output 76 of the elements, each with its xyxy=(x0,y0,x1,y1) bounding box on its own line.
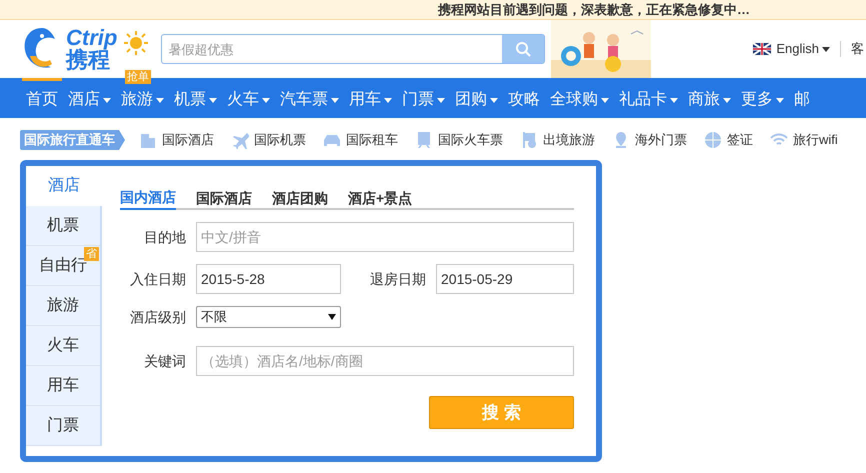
caret-icon xyxy=(209,98,217,102)
hotel-level-select[interactable]: 不限 xyxy=(196,306,341,328)
field-label: 酒店级别 xyxy=(129,308,186,326)
caret-icon xyxy=(331,98,339,102)
field-label: 退房日期 xyxy=(370,270,426,288)
hotel-tab[interactable]: 酒店+景点 xyxy=(348,186,412,210)
field-label: 入住日期 xyxy=(129,270,186,288)
caret-icon xyxy=(262,98,270,102)
search-input[interactable]: 暑假超优惠 xyxy=(162,35,502,63)
search-icon xyxy=(515,41,532,57)
nav-item[interactable]: 首页 xyxy=(22,89,62,111)
flag-icon xyxy=(520,131,538,149)
destination-field[interactable]: 中文/拼音 xyxy=(196,222,574,252)
nav-item[interactable]: 全球购 xyxy=(546,89,613,111)
language-dropdown[interactable]: English xyxy=(776,39,830,59)
plane-icon xyxy=(231,131,249,149)
tag-arrow-icon xyxy=(119,130,125,150)
nav-item[interactable]: 门票 xyxy=(398,89,449,111)
caret-icon xyxy=(437,98,445,102)
sun-icon xyxy=(123,30,150,56)
dropdown-arrow-icon xyxy=(328,314,336,320)
side-tab[interactable]: 门票 xyxy=(26,406,102,446)
building-icon xyxy=(139,131,157,149)
nav-item[interactable]: 汽车票 xyxy=(276,89,343,111)
side-tab[interactable]: 自由行 省 xyxy=(26,246,102,286)
nav-item[interactable]: 更多 xyxy=(737,89,788,111)
nav-item[interactable]: 礼品卡 xyxy=(615,89,682,111)
side-tab[interactable]: 火车 xyxy=(26,326,102,366)
nav-item[interactable]: 酒店 xyxy=(64,89,115,111)
nav-item[interactable]: 攻略 xyxy=(504,89,544,111)
intl-link[interactable]: 国际机票 xyxy=(254,130,306,150)
nav-badge: 抢单 xyxy=(125,70,151,84)
nav-item[interactable]: 用车 xyxy=(345,89,396,111)
intl-link[interactable]: 国际火车票 xyxy=(438,130,503,150)
hotel-tab[interactable]: 国内酒店 xyxy=(120,186,176,210)
nav-item[interactable]: 邮 xyxy=(790,89,814,111)
nav-item[interactable]: 商旅 xyxy=(684,89,735,111)
logo-chinese: 携程 xyxy=(66,49,110,71)
keyword-field[interactable]: （选填）酒店名/地标/商圈 xyxy=(196,346,574,376)
side-tab[interactable]: 用车 xyxy=(26,366,102,406)
field-label: 关键词 xyxy=(143,352,186,370)
customer-service-link[interactable]: 客 xyxy=(851,39,864,59)
caret-icon xyxy=(384,98,392,102)
intl-link[interactable]: 海外门票 xyxy=(635,130,687,150)
hotel-tab[interactable]: 酒店团购 xyxy=(272,186,328,210)
intl-link[interactable]: 国际酒店 xyxy=(162,130,214,150)
intl-link[interactable]: 旅行wifi xyxy=(793,130,838,150)
flag-icon xyxy=(753,43,772,55)
intl-link[interactable]: 国际租车 xyxy=(346,130,398,150)
caret-icon xyxy=(776,98,784,102)
caret-icon xyxy=(723,98,731,102)
nav-item[interactable]: 机票 xyxy=(170,89,221,111)
search-field[interactable]: 暑假超优惠 xyxy=(161,34,546,64)
intl-link[interactable]: 出境旅游 xyxy=(543,130,595,150)
field-label: 目的地 xyxy=(143,228,186,246)
caret-icon xyxy=(103,98,111,102)
caret-icon xyxy=(601,98,609,102)
side-tab[interactable]: 旅游 xyxy=(26,286,102,326)
search-button[interactable] xyxy=(502,35,544,63)
checkout-date-field[interactable]: 2015-05-29 xyxy=(436,264,574,294)
caret-icon xyxy=(822,46,830,52)
checkin-date-field[interactable]: 2015-5-28 xyxy=(196,264,341,294)
notice-text: 携程网站目前遇到问题，深表歉意，正在紧急修复中… xyxy=(438,0,750,19)
intl-link[interactable]: 签证 xyxy=(727,130,753,150)
caret-icon xyxy=(156,98,164,102)
caret-icon xyxy=(670,98,678,102)
side-tab-badge: 省 xyxy=(84,247,99,261)
logo-latin: Ctrip xyxy=(66,27,118,49)
hotel-tab[interactable]: 国际酒店 xyxy=(196,186,252,210)
side-tab[interactable]: 机票 xyxy=(26,206,102,246)
caret-icon xyxy=(490,98,498,102)
train-icon xyxy=(415,131,433,149)
globe-icon xyxy=(704,131,722,149)
nav-item[interactable]: 旅游 xyxy=(117,89,168,111)
nav-item[interactable]: 团购 xyxy=(451,89,502,111)
nav-item[interactable]: 火车 xyxy=(223,89,274,111)
